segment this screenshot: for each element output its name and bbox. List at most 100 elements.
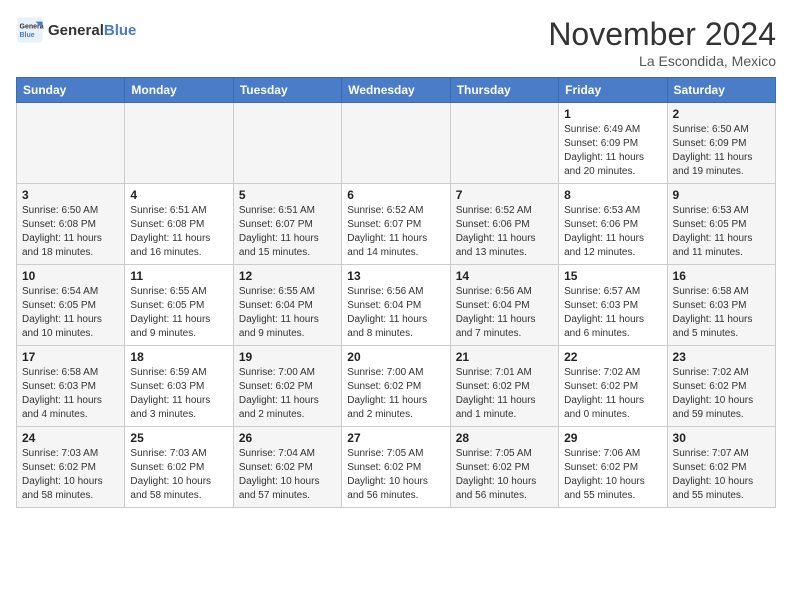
calendar-week-5: 24 Sunrise: 7:03 AMSunset: 6:02 PMDayligh… <box>17 427 776 508</box>
calendar-cell-w1-d3 <box>233 103 341 184</box>
calendar-table: Sunday Monday Tuesday Wednesday Thursday… <box>16 77 776 508</box>
day-info: Sunrise: 7:00 AMSunset: 6:02 PMDaylight:… <box>347 366 444 422</box>
day-number: 10 <box>22 269 119 283</box>
header-sunday: Sunday <box>17 78 125 103</box>
day-number: 6 <box>347 188 444 202</box>
calendar-cell-w1-d7: 2 Sunrise: 6:50 AMSunset: 6:09 PMDaylight… <box>667 103 775 184</box>
day-number: 17 <box>22 350 119 364</box>
day-info: Sunrise: 6:52 AMSunset: 6:06 PMDaylight:… <box>456 204 553 260</box>
day-number: 9 <box>673 188 770 202</box>
day-info: Sunrise: 7:07 AMSunset: 6:02 PMDaylight:… <box>673 447 770 503</box>
day-info: Sunrise: 7:02 AMSunset: 6:02 PMDaylight:… <box>673 366 770 422</box>
day-number: 14 <box>456 269 553 283</box>
title-section: November 2024 La Escondida, Mexico <box>548 16 776 69</box>
day-info: Sunrise: 7:05 AMSunset: 6:02 PMDaylight:… <box>347 447 444 503</box>
header-saturday: Saturday <box>667 78 775 103</box>
header-friday: Friday <box>559 78 667 103</box>
calendar-week-4: 17Sunrise: 6:58 AMSunset: 6:03 PMDayligh… <box>17 346 776 427</box>
day-info: Sunrise: 6:52 AMSunset: 6:07 PMDaylight:… <box>347 204 444 260</box>
day-info: Sunrise: 6:50 AMSunset: 6:09 PMDaylight:… <box>673 123 770 179</box>
day-info: Sunrise: 6:56 AMSunset: 6:04 PMDaylight:… <box>347 285 444 341</box>
day-number: 1 <box>564 107 661 121</box>
calendar-cell-w1-d1 <box>17 103 125 184</box>
header-monday: Monday <box>125 78 233 103</box>
day-number: 13 <box>347 269 444 283</box>
day-info: Sunrise: 6:56 AMSunset: 6:04 PMDaylight:… <box>456 285 553 341</box>
calendar-cell-w4-d7: 23 Sunrise: 7:02 AMSunset: 6:02 PMDayligh… <box>667 346 775 427</box>
calendar-cell-w3-d2: 11 Sunrise: 6:55 AMSunset: 6:05 PMDayligh… <box>125 265 233 346</box>
day-info: Sunrise: 7:01 AMSunset: 6:02 PMDaylight:… <box>456 366 553 422</box>
calendar-cell-w2-d3: 5 Sunrise: 6:51 AMSunset: 6:07 PMDaylight… <box>233 184 341 265</box>
header-wednesday: Wednesday <box>342 78 450 103</box>
day-number: 26 <box>239 431 336 445</box>
day-number: 2 <box>673 107 770 121</box>
calendar-cell-w4-d4: 20 Sunrise: 7:00 AMSunset: 6:02 PMDayligh… <box>342 346 450 427</box>
calendar-cell-w5-d5: 28Sunrise: 7:05 AMSunset: 6:02 PMDayligh… <box>450 427 558 508</box>
day-number: 8 <box>564 188 661 202</box>
day-number: 28 <box>456 431 553 445</box>
day-info: Sunrise: 6:53 AMSunset: 6:06 PMDaylight:… <box>564 204 661 260</box>
day-info: Sunrise: 6:51 AMSunset: 6:07 PMDaylight:… <box>239 204 336 260</box>
day-number: 11 <box>130 269 227 283</box>
day-number: 21 <box>456 350 553 364</box>
day-info: Sunrise: 7:03 AMSunset: 6:02 PMDaylight:… <box>130 447 227 503</box>
day-number: 27 <box>347 431 444 445</box>
calendar-cell-w2-d6: 8 Sunrise: 6:53 AMSunset: 6:06 PMDaylight… <box>559 184 667 265</box>
svg-text:Blue: Blue <box>20 32 35 39</box>
day-number: 16 <box>673 269 770 283</box>
calendar-cell-w3-d1: 10 Sunrise: 6:54 AMSunset: 6:05 PMDayligh… <box>17 265 125 346</box>
calendar-cell-w2-d2: 4 Sunrise: 6:51 AMSunset: 6:08 PMDaylight… <box>125 184 233 265</box>
location: La Escondida, Mexico <box>548 53 776 69</box>
calendar-cell-w5-d6: 29Sunrise: 7:06 AMSunset: 6:02 PMDayligh… <box>559 427 667 508</box>
day-info: Sunrise: 6:54 AMSunset: 6:05 PMDaylight:… <box>22 285 119 341</box>
day-info: Sunrise: 6:57 AMSunset: 6:03 PMDaylight:… <box>564 285 661 341</box>
day-number: 25 <box>130 431 227 445</box>
calendar-cell-w1-d5 <box>450 103 558 184</box>
calendar-week-2: 3 Sunrise: 6:50 AMSunset: 6:08 PMDaylight… <box>17 184 776 265</box>
day-info: Sunrise: 6:49 AMSunset: 6:09 PMDaylight:… <box>564 123 661 179</box>
day-number: 5 <box>239 188 336 202</box>
page-header: General Blue GeneralBlue November 2024 L… <box>16 16 776 69</box>
day-number: 23 <box>673 350 770 364</box>
calendar-header-row: Sunday Monday Tuesday Wednesday Thursday… <box>17 78 776 103</box>
calendar-cell-w4-d2: 18Sunrise: 6:59 AMSunset: 6:03 PMDayligh… <box>125 346 233 427</box>
logo-general: General <box>48 22 104 39</box>
calendar-cell-w5-d1: 24 Sunrise: 7:03 AMSunset: 6:02 PMDayligh… <box>17 427 125 508</box>
day-info: Sunrise: 6:51 AMSunset: 6:08 PMDaylight:… <box>130 204 227 260</box>
month-title: November 2024 <box>548 16 776 53</box>
calendar-cell-w4-d5: 21 Sunrise: 7:01 AMSunset: 6:02 PMDayligh… <box>450 346 558 427</box>
day-info: Sunrise: 7:06 AMSunset: 6:02 PMDaylight:… <box>564 447 661 503</box>
logo-blue: Blue <box>104 22 137 39</box>
calendar-cell-w3-d7: 16 Sunrise: 6:58 AMSunset: 6:03 PMDayligh… <box>667 265 775 346</box>
day-info: Sunrise: 6:58 AMSunset: 6:03 PMDaylight:… <box>673 285 770 341</box>
calendar-cell-w1-d6: 1 Sunrise: 6:49 AMSunset: 6:09 PMDaylight… <box>559 103 667 184</box>
day-number: 24 <box>22 431 119 445</box>
day-number: 20 <box>347 350 444 364</box>
day-number: 30 <box>673 431 770 445</box>
calendar-cell-w2-d1: 3 Sunrise: 6:50 AMSunset: 6:08 PMDaylight… <box>17 184 125 265</box>
day-number: 4 <box>130 188 227 202</box>
logo-text: GeneralBlue <box>48 22 136 39</box>
calendar-cell-w2-d7: 9Sunrise: 6:53 AMSunset: 6:05 PMDaylight… <box>667 184 775 265</box>
day-number: 19 <box>239 350 336 364</box>
calendar-cell-w1-d4 <box>342 103 450 184</box>
logo-icon: General Blue <box>16 16 44 44</box>
day-info: Sunrise: 7:02 AMSunset: 6:02 PMDaylight:… <box>564 366 661 422</box>
day-info: Sunrise: 6:59 AMSunset: 6:03 PMDaylight:… <box>130 366 227 422</box>
day-info: Sunrise: 6:55 AMSunset: 6:05 PMDaylight:… <box>130 285 227 341</box>
calendar-cell-w3-d4: 13 Sunrise: 6:56 AMSunset: 6:04 PMDayligh… <box>342 265 450 346</box>
calendar-week-1: 1 Sunrise: 6:49 AMSunset: 6:09 PMDaylight… <box>17 103 776 184</box>
day-info: Sunrise: 6:50 AMSunset: 6:08 PMDaylight:… <box>22 204 119 260</box>
calendar-cell-w2-d4: 6 Sunrise: 6:52 AMSunset: 6:07 PMDaylight… <box>342 184 450 265</box>
day-info: Sunrise: 7:03 AMSunset: 6:02 PMDaylight:… <box>22 447 119 503</box>
day-info: Sunrise: 7:04 AMSunset: 6:02 PMDaylight:… <box>239 447 336 503</box>
calendar-cell-w3-d3: 12Sunrise: 6:55 AMSunset: 6:04 PMDayligh… <box>233 265 341 346</box>
header-thursday: Thursday <box>450 78 558 103</box>
calendar-cell-w3-d5: 14 Sunrise: 6:56 AMSunset: 6:04 PMDayligh… <box>450 265 558 346</box>
calendar-cell-w4-d3: 19Sunrise: 7:00 AMSunset: 6:02 PMDayligh… <box>233 346 341 427</box>
day-number: 22 <box>564 350 661 364</box>
day-number: 3 <box>22 188 119 202</box>
calendar-cell-w5-d7: 30 Sunrise: 7:07 AMSunset: 6:02 PMDayligh… <box>667 427 775 508</box>
calendar-cell-w5-d4: 27 Sunrise: 7:05 AMSunset: 6:02 PMDayligh… <box>342 427 450 508</box>
calendar-cell-w5-d3: 26 Sunrise: 7:04 AMSunset: 6:02 PMDayligh… <box>233 427 341 508</box>
